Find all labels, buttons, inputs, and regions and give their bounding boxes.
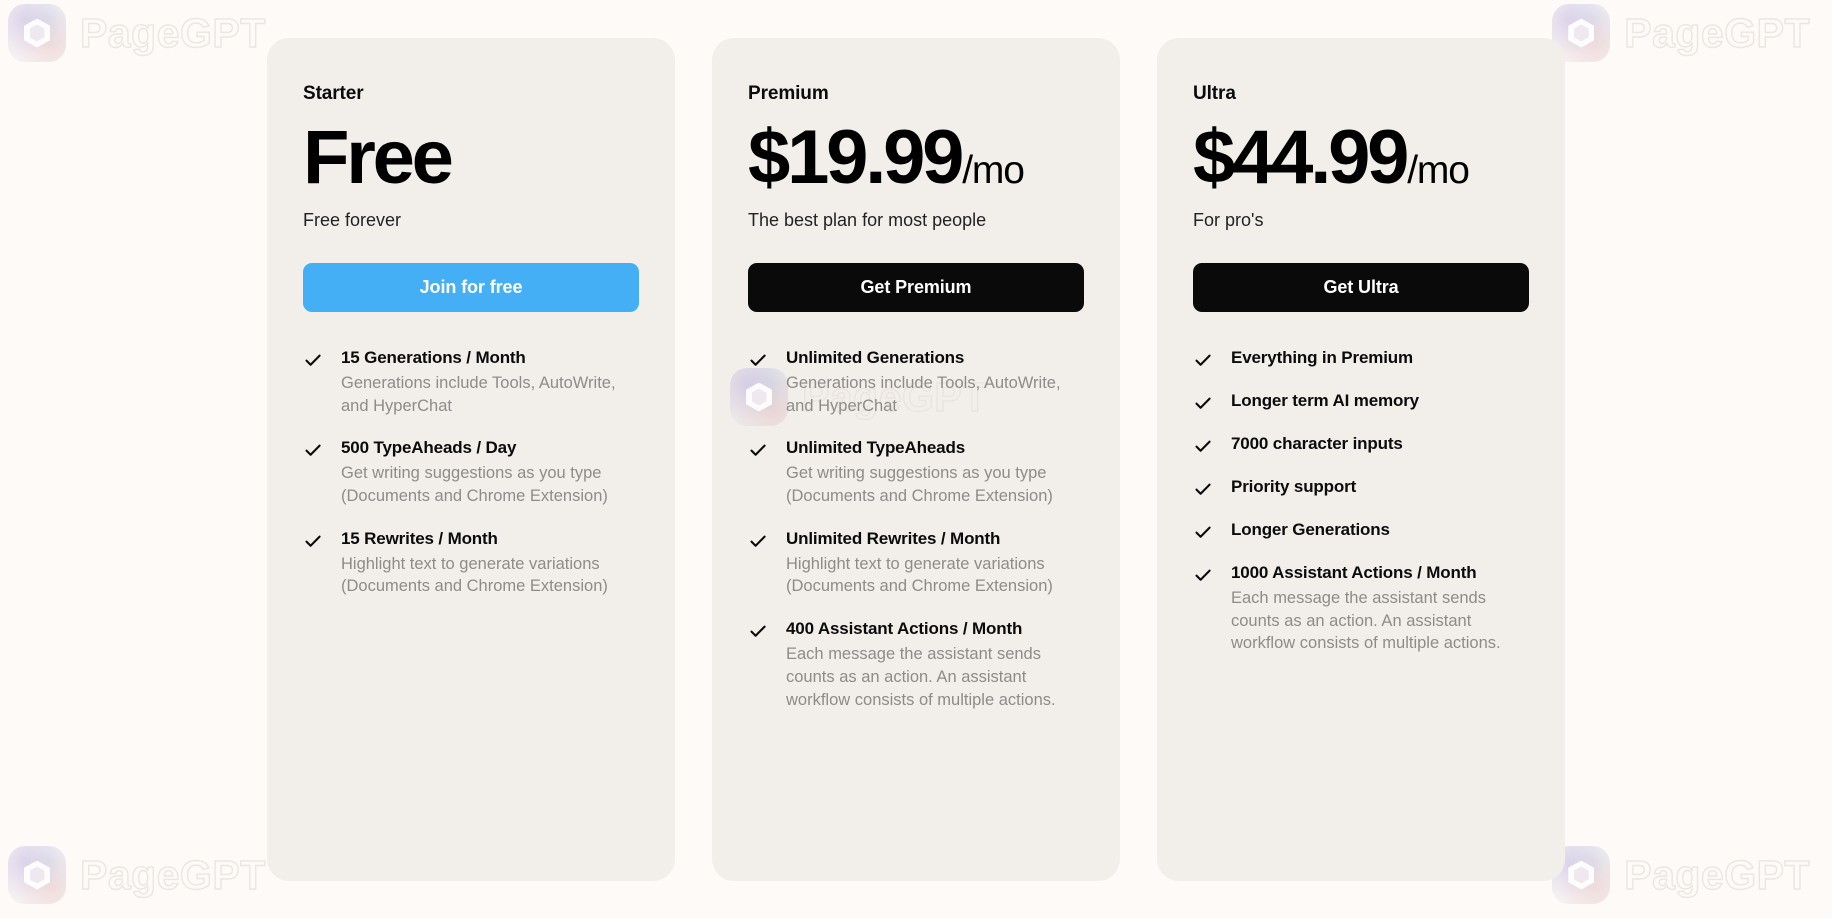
check-icon	[1193, 350, 1213, 370]
plan-tagline: For pro's	[1193, 210, 1264, 231]
feature-title: 500 TypeAheads / Day	[341, 438, 517, 458]
feature-item: 15 Generations / Month Generations includ…	[303, 347, 639, 417]
plan-name: Premium	[748, 83, 829, 104]
check-icon	[303, 350, 323, 370]
check-icon	[303, 440, 323, 460]
check-icon	[748, 531, 768, 551]
feature-text: Priority support	[1231, 476, 1356, 499]
feature-title: Unlimited TypeAheads	[786, 438, 965, 458]
feature-title: 7000 character inputs	[1231, 434, 1403, 454]
plan-cta-button-premium[interactable]: Get Premium	[748, 263, 1084, 313]
feature-item: Everything in Premium	[1193, 347, 1529, 370]
check-icon	[1193, 565, 1213, 585]
feature-description: Get writing suggestions as you type (Doc…	[786, 464, 1053, 506]
feature-text: Longer Generations	[1231, 519, 1390, 542]
feature-item: 1000 Assistant Actions / Month Each messa…	[1193, 562, 1529, 655]
feature-description: Each message the assistant sends counts …	[1231, 588, 1501, 653]
feature-title: Longer Generations	[1231, 520, 1390, 540]
feature-text: Unlimited Generations Generations include…	[786, 347, 1074, 417]
check-icon	[748, 440, 768, 460]
feature-item: Priority support	[1193, 476, 1529, 499]
feature-text: 1000 Assistant Actions / Month Each messa…	[1231, 562, 1519, 655]
plan-price: $19.99/mo	[748, 118, 1084, 197]
feature-item: 7000 character inputs	[1193, 433, 1529, 456]
check-icon	[748, 621, 768, 641]
check-icon	[1193, 393, 1213, 413]
plan-cta-button-starter[interactable]: Join for free	[303, 263, 639, 313]
feature-item: Unlimited Rewrites / Month Highlight text…	[748, 528, 1084, 598]
feature-text: 500 TypeAheads / Day Get writing suggesti…	[341, 437, 629, 507]
feature-title: 400 Assistant Actions / Month	[786, 619, 1023, 639]
feature-text: Unlimited Rewrites / Month Highlight text…	[786, 528, 1074, 598]
feature-item: 500 TypeAheads / Day Get writing suggesti…	[303, 437, 639, 507]
feature-title: Everything in Premium	[1231, 348, 1414, 368]
pricing-plans-grid: Starter Free Free forever Join for free 15 G…	[0, 0, 1832, 918]
check-icon	[303, 531, 323, 551]
feature-title: 1000 Assistant Actions / Month	[1231, 563, 1477, 583]
feature-text: Longer term AI memory	[1231, 390, 1419, 413]
plan-card-starter: Starter Free Free forever Join for free 15 G…	[267, 38, 675, 881]
plan-tagline: Free forever	[303, 210, 402, 231]
price-period: /mo	[1407, 149, 1470, 192]
price-amount: $19.99	[748, 115, 964, 200]
plan-name: Ultra	[1193, 83, 1236, 104]
feature-description: Generations include Tools, AutoWrite, an…	[341, 373, 616, 415]
price-period: /mo	[962, 149, 1025, 192]
feature-item: Unlimited TypeAheads Get writing suggesti…	[748, 437, 1084, 507]
feature-item: 15 Rewrites / Month Highlight text to gen…	[303, 528, 639, 598]
feature-item: Longer term AI memory	[1193, 390, 1529, 413]
feature-list: 15 Generations / Month Generations includ…	[303, 347, 639, 598]
feature-description: Get writing suggestions as you type (Doc…	[341, 464, 608, 506]
feature-description: Each message the assistant sends counts …	[786, 645, 1056, 709]
feature-list: Unlimited Generations Generations include…	[748, 347, 1084, 712]
feature-title: Priority support	[1231, 477, 1357, 497]
feature-item: Longer Generations	[1193, 519, 1529, 542]
feature-description: Highlight text to generate variations (D…	[341, 554, 608, 596]
check-icon	[1193, 479, 1213, 499]
plan-price: $44.99/mo	[1193, 118, 1529, 197]
plan-card-ultra: Ultra $44.99/mo For pro's Get Ultra Everythi…	[1157, 38, 1565, 881]
feature-list: Everything in Premium Longer term AI memo…	[1193, 347, 1529, 655]
feature-text: 400 Assistant Actions / Month Each messag…	[786, 618, 1074, 711]
feature-text: Everything in Premium	[1231, 347, 1413, 370]
feature-text: 7000 character inputs	[1231, 433, 1403, 456]
price-amount: Free	[303, 115, 454, 200]
check-icon	[1193, 522, 1213, 542]
check-icon	[748, 350, 768, 370]
feature-text: 15 Rewrites / Month Highlight text to gen…	[341, 528, 629, 598]
plan-cta-button-ultra[interactable]: Get Ultra	[1193, 263, 1529, 313]
feature-text: 15 Generations / Month Generations includ…	[341, 347, 629, 417]
plan-name: Starter	[303, 83, 364, 104]
feature-item: 400 Assistant Actions / Month Each messag…	[748, 618, 1084, 711]
feature-title: Unlimited Rewrites / Month	[786, 528, 1001, 548]
feature-title: 15 Generations / Month	[341, 348, 526, 368]
feature-title: Longer term AI memory	[1231, 391, 1419, 411]
feature-description: Highlight text to generate variations (D…	[786, 554, 1053, 596]
feature-title: 15 Rewrites / Month	[341, 528, 498, 548]
price-amount: $44.99	[1193, 115, 1409, 200]
feature-description: Generations include Tools, AutoWrite, an…	[786, 373, 1061, 415]
feature-text: Unlimited TypeAheads Get writing suggesti…	[786, 437, 1074, 507]
feature-item: Unlimited Generations Generations include…	[748, 347, 1084, 417]
check-icon	[1193, 436, 1213, 456]
plan-tagline: The best plan for most people	[748, 210, 987, 231]
plan-price: Free	[303, 118, 639, 197]
plan-card-premium: PageGPT Premium $19.99/mo The best plan for…	[712, 38, 1120, 881]
feature-title: Unlimited Generations	[786, 348, 965, 368]
